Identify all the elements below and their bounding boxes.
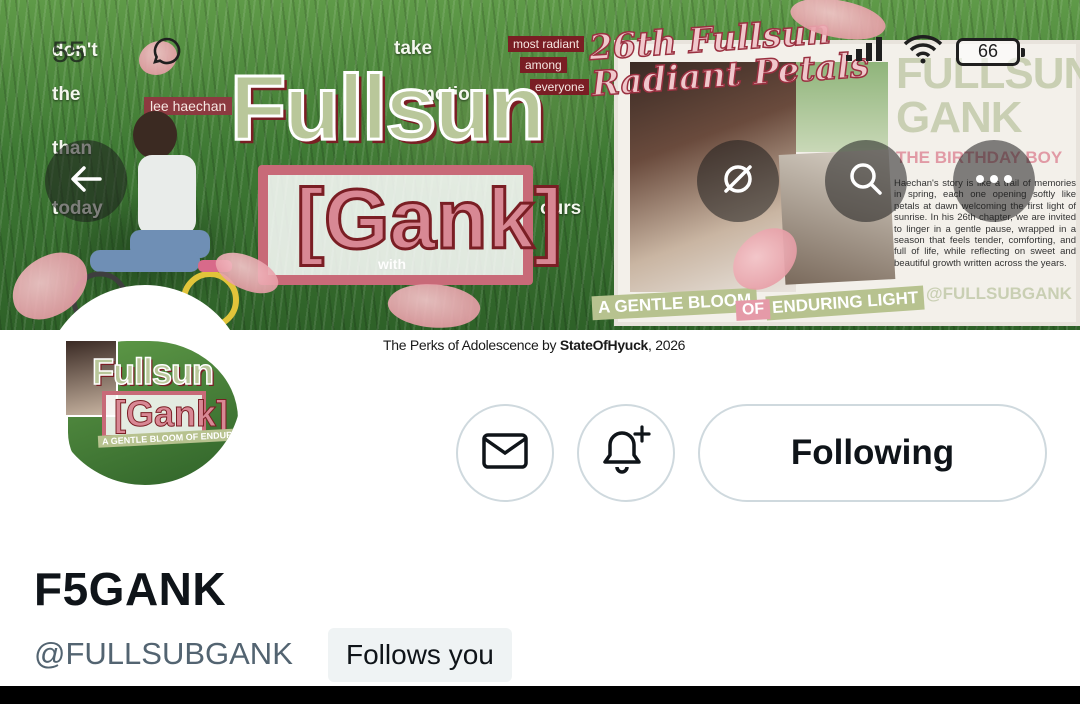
status-time: 55 — [52, 36, 86, 69]
envelope-icon — [481, 431, 529, 476]
system-bottom-bar — [0, 686, 1080, 704]
following-button[interactable]: Following — [698, 404, 1047, 502]
banner-logo-gank-frame: [Gank] — [258, 165, 564, 285]
profile-banner[interactable]: don't the than today take motion with ou… — [0, 0, 1080, 330]
credit-suffix: , 2026 — [648, 337, 686, 353]
banner-word: the — [52, 84, 81, 105]
follows-you-badge: Follows you — [328, 628, 512, 682]
banner-logo-fullsun: Fullsun — [228, 57, 546, 159]
search-icon — [846, 159, 886, 204]
avatar-image: Fullsun [Gank] A GENTLE BLOOM OF ENDURIN… — [48, 291, 242, 485]
display-name: F5GANK — [34, 563, 227, 615]
poster-handle: @FULLSUBGANK — [926, 284, 1072, 303]
arrow-left-icon — [66, 159, 106, 204]
grok-button[interactable] — [697, 140, 779, 222]
status-icons: 66 — [844, 34, 1025, 69]
user-handle: @FULLSUBGANK — [34, 636, 293, 671]
message-button[interactable] — [456, 404, 554, 502]
ribbon-of: OF — [735, 299, 771, 321]
more-button[interactable] — [953, 140, 1035, 222]
avatar-logo-fullsun: Fullsun — [91, 350, 215, 393]
chat-bubble-icon — [152, 36, 182, 71]
avatar[interactable]: Fullsun [Gank] A GENTLE BLOOM OF ENDURIN… — [42, 285, 248, 491]
credit-prefix: The Perks of Adolescence by — [383, 337, 560, 353]
signal-icon — [844, 35, 890, 68]
banner-logo-gank: [Gank] — [294, 172, 563, 266]
back-button[interactable] — [45, 140, 127, 222]
banner-credit: The Perks of Adolescence by StateOfHyuck… — [383, 337, 685, 353]
banner-tag: most radiant — [508, 36, 585, 52]
poster-gank-line: GANK — [896, 93, 1023, 142]
wifi-icon — [902, 34, 944, 69]
more-icon — [974, 172, 1014, 190]
notifications-button[interactable] — [577, 404, 675, 502]
credit-author: StateOfHyuck — [559, 337, 649, 353]
battery-indicator: 66 — [956, 37, 1025, 66]
search-button[interactable] — [825, 140, 907, 222]
avatar-logo-gank: [Gank] — [113, 393, 229, 435]
bell-plus-icon — [598, 424, 654, 482]
grok-icon — [718, 159, 758, 204]
